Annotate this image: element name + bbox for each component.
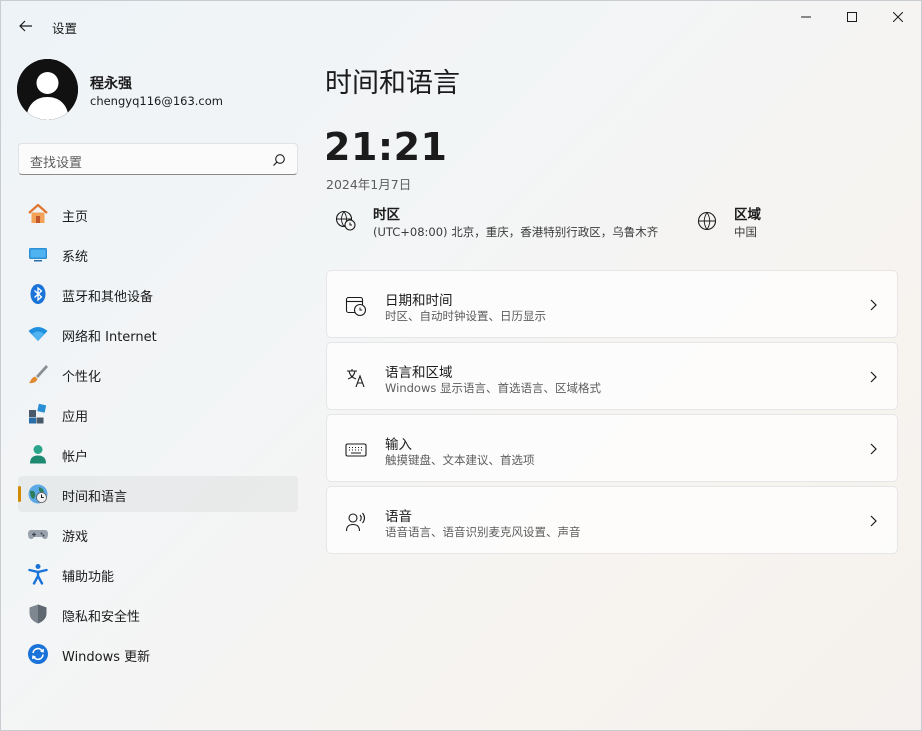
chevron-right-icon bbox=[870, 299, 877, 311]
avatar-icon bbox=[17, 59, 78, 120]
card-language-region[interactable]: 语言和区域 Windows 显示语言、首选语言、区域格式 bbox=[326, 342, 898, 410]
timezone-icon bbox=[335, 210, 356, 231]
region-title: 区域 bbox=[734, 207, 761, 223]
accessibility-icon bbox=[27, 563, 49, 585]
back-arrow-icon bbox=[19, 20, 32, 32]
chevron-right-icon bbox=[870, 515, 877, 527]
card-typing[interactable]: 输入 触摸键盘、文本建议、首选项 bbox=[326, 414, 898, 482]
speech-icon bbox=[345, 512, 366, 532]
current-date: 2024年1月7日 bbox=[326, 177, 412, 192]
wifi-icon bbox=[27, 323, 49, 345]
maximize-button[interactable] bbox=[829, 1, 875, 33]
timezone-value: (UTC+08:00) 北京，重庆，香港特别行政区，乌鲁木齐 bbox=[373, 225, 659, 239]
sidebar-item-windows-update[interactable]: Windows 更新 bbox=[18, 636, 298, 672]
card-subtitle: 语音语言、语音识别麦克风设置、声音 bbox=[385, 525, 581, 539]
card-date-time[interactable]: 日期和时间 时区、自动时钟设置、日历显示 bbox=[326, 270, 898, 338]
search-input[interactable]: 查找设置 bbox=[30, 152, 82, 171]
time-language-icon bbox=[27, 483, 49, 505]
system-icon bbox=[27, 243, 49, 265]
shield-icon bbox=[27, 603, 49, 625]
sidebar-item-apps[interactable]: 应用 bbox=[18, 396, 298, 432]
minimize-icon bbox=[801, 16, 811, 18]
settings-cards: 日期和时间 时区、自动时钟设置、日历显示 语言和区域 Windows 显示语言、… bbox=[326, 270, 898, 558]
sidebar-item-gaming[interactable]: 游戏 bbox=[18, 516, 298, 552]
user-name: 程永强 bbox=[90, 76, 132, 92]
user-profile[interactable]: 程永强 chengyq116@163.com bbox=[17, 57, 297, 121]
sidebar-item-label: 网络和 Internet bbox=[62, 330, 157, 345]
sidebar-item-personalization[interactable]: 个性化 bbox=[18, 356, 298, 392]
sidebar-item-label: 游戏 bbox=[62, 530, 89, 545]
user-email: chengyq116@163.com bbox=[90, 94, 223, 108]
sidebar-item-label: 主页 bbox=[62, 210, 89, 225]
close-icon bbox=[893, 12, 903, 22]
search-icon[interactable] bbox=[272, 153, 286, 167]
card-subtitle: Windows 显示语言、首选语言、区域格式 bbox=[385, 381, 601, 395]
sidebar-item-network[interactable]: 网络和 Internet bbox=[18, 316, 298, 352]
sidebar-item-accessibility[interactable]: 辅助功能 bbox=[18, 556, 298, 592]
calendar-clock-icon bbox=[345, 296, 367, 317]
sidebar-item-label: 时间和语言 bbox=[62, 490, 128, 505]
card-title: 语言和区域 bbox=[385, 365, 453, 381]
active-indicator bbox=[18, 486, 21, 502]
timezone-title: 时区 bbox=[373, 207, 400, 223]
close-button[interactable] bbox=[875, 1, 921, 33]
card-title: 语音 bbox=[385, 509, 412, 525]
sidebar-item-label: 隐私和安全性 bbox=[62, 610, 141, 625]
sidebar-item-label: 应用 bbox=[62, 410, 89, 425]
search-box[interactable]: 查找设置 bbox=[18, 143, 298, 175]
sidebar-item-privacy[interactable]: 隐私和安全性 bbox=[18, 596, 298, 632]
sidebar-item-home[interactable]: 主页 bbox=[18, 196, 298, 232]
card-title: 日期和时间 bbox=[385, 293, 453, 309]
app-title: 设置 bbox=[52, 21, 78, 36]
sidebar-item-time-language[interactable]: 时间和语言 bbox=[18, 476, 298, 512]
brush-icon bbox=[27, 363, 49, 385]
language-icon bbox=[347, 369, 365, 388]
back-button[interactable] bbox=[11, 11, 41, 41]
title-bar: 设置 bbox=[1, 1, 921, 49]
apps-icon bbox=[27, 403, 49, 425]
account-icon bbox=[27, 443, 49, 465]
sidebar-item-label: 蓝牙和其他设备 bbox=[62, 290, 154, 305]
sidebar-item-label: 辅助功能 bbox=[62, 570, 115, 585]
page-title: 时间和语言 bbox=[325, 68, 460, 99]
keyboard-icon bbox=[345, 443, 367, 457]
sidebar-item-system[interactable]: 系统 bbox=[18, 236, 298, 272]
current-time: 21:21 bbox=[324, 125, 448, 169]
chevron-right-icon bbox=[870, 371, 877, 383]
minimize-button[interactable] bbox=[783, 1, 829, 33]
chevron-right-icon bbox=[870, 443, 877, 455]
gamepad-icon bbox=[27, 523, 49, 545]
sidebar-item-label: Windows 更新 bbox=[62, 650, 151, 665]
card-title: 输入 bbox=[385, 437, 412, 453]
region-value: 中国 bbox=[734, 225, 757, 239]
sidebar-nav: 主页 系统 蓝牙和其他设备 网络和 Internet 个性化 应用 帐户 时间和… bbox=[18, 196, 298, 676]
card-speech[interactable]: 语音 语音语言、语音识别麦克风设置、声音 bbox=[326, 486, 898, 554]
bluetooth-icon bbox=[27, 283, 49, 305]
card-subtitle: 触摸键盘、文本建议、首选项 bbox=[385, 453, 535, 467]
sidebar-item-accounts[interactable]: 帐户 bbox=[18, 436, 298, 472]
sidebar-item-label: 系统 bbox=[62, 250, 89, 265]
sidebar-item-label: 帐户 bbox=[62, 450, 89, 465]
globe-icon bbox=[697, 211, 717, 231]
sidebar-item-label: 个性化 bbox=[62, 370, 102, 385]
settings-window: 设置 程永强 chengyq116@163.com 查找设置 主页 系统 蓝牙和… bbox=[0, 0, 922, 731]
update-icon bbox=[27, 643, 49, 665]
sidebar-item-bluetooth[interactable]: 蓝牙和其他设备 bbox=[18, 276, 298, 312]
avatar bbox=[17, 59, 78, 120]
card-subtitle: 时区、自动时钟设置、日历显示 bbox=[385, 309, 546, 323]
home-icon bbox=[27, 203, 49, 225]
maximize-icon bbox=[847, 12, 857, 22]
